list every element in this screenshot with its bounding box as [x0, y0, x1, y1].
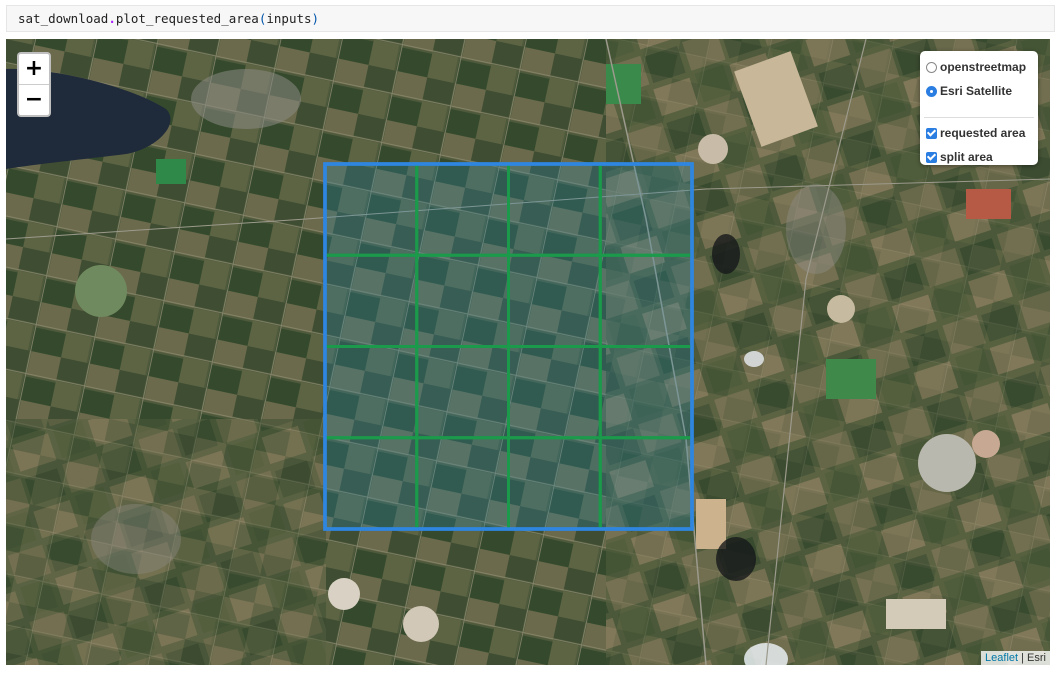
layers-control: openstreetmap Esri Satellite requested a… [920, 51, 1038, 165]
zoom-out-button[interactable]: − [19, 85, 49, 115]
checkbox-requested-area[interactable] [926, 128, 937, 139]
code-method: plot_requested_area [115, 11, 259, 26]
split-cell[interactable] [323, 162, 419, 257]
layer-option-openstreetmap[interactable]: openstreetmap [926, 59, 1026, 75]
attribution-provider: Esri [1027, 652, 1046, 664]
code-dot: . [108, 11, 116, 26]
zoom-control: + − [17, 52, 51, 117]
layer-option-esri-satellite[interactable]: Esri Satellite [926, 83, 1012, 99]
leaflet-link[interactable]: Leaflet [985, 652, 1018, 664]
split-cell[interactable] [507, 253, 602, 348]
overlay-option-split-area[interactable]: split area [926, 149, 993, 165]
code-cell[interactable]: sat_download.plot_requested_area(inputs) [6, 5, 1055, 32]
split-cell[interactable] [415, 253, 510, 348]
code-argument: inputs [266, 11, 312, 26]
map-container[interactable]: + − openstreetmap Esri Satellite request… [6, 39, 1050, 665]
overlay-label-split-area: split area [940, 150, 993, 164]
split-cell[interactable] [507, 162, 602, 257]
radio-openstreetmap[interactable] [926, 62, 937, 73]
split-cell[interactable] [598, 345, 694, 440]
split-cell[interactable] [323, 436, 419, 531]
split-area-grid[interactable] [323, 162, 694, 531]
layer-label-openstreetmap: openstreetmap [940, 60, 1027, 74]
split-cell[interactable] [598, 436, 694, 531]
map-attribution: Leaflet | Esri [981, 651, 1050, 665]
layer-label-esri-satellite: Esri Satellite [940, 84, 1013, 98]
split-cell[interactable] [415, 436, 510, 531]
attribution-separator: | [1018, 652, 1028, 664]
overlay-layer [323, 162, 694, 531]
code-object: sat_download [18, 11, 109, 26]
zoom-in-button[interactable]: + [19, 54, 49, 85]
split-cell[interactable] [598, 162, 694, 257]
overlay-option-requested-area[interactable]: requested area [926, 125, 1025, 141]
split-cell[interactable] [323, 253, 419, 348]
split-cell[interactable] [598, 253, 694, 348]
split-cell[interactable] [415, 162, 510, 257]
split-cell[interactable] [415, 345, 510, 440]
split-cell[interactable] [507, 345, 602, 440]
radio-esri-satellite[interactable] [926, 86, 937, 97]
overlay-label-requested-area: requested area [940, 126, 1026, 140]
layers-separator [924, 117, 1034, 118]
checkbox-split-area[interactable] [926, 152, 937, 163]
split-cell[interactable] [323, 345, 419, 440]
code-close-paren: ) [311, 11, 320, 26]
split-cell[interactable] [507, 436, 602, 531]
